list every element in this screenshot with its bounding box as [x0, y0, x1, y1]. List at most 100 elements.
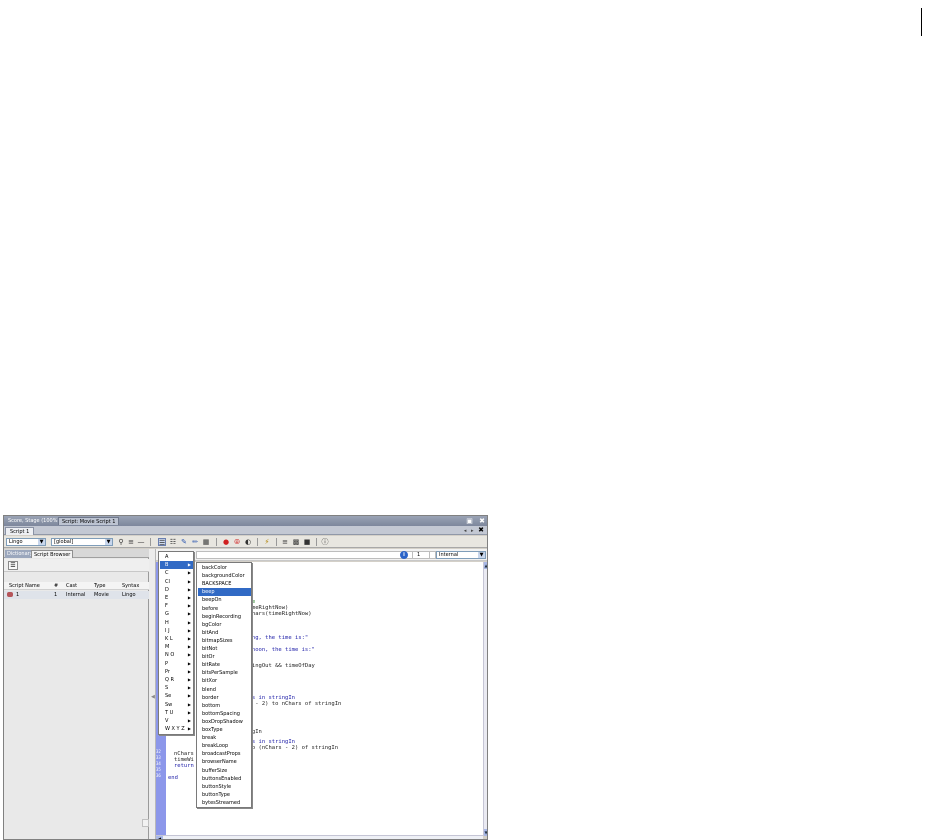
menu-item-pr[interactable]: Pr ▶ [160, 668, 193, 676]
menu-item-buffersize[interactable]: bufferSize [198, 767, 251, 775]
splitter-grip-icon[interactable]: ◀ [151, 694, 155, 700]
help-icon[interactable]: ⓘ [321, 538, 329, 546]
table-row[interactable]: 1 1 Internal Movie Lingo [4, 591, 149, 599]
uncomment-icon[interactable]: ▩ [292, 538, 300, 546]
menu-item-backgroundcolor[interactable]: backgroundColor [198, 572, 251, 580]
alphabetical-lingo-icon[interactable]: ☰ [158, 538, 166, 547]
debug-icon[interactable]: ▦ [202, 538, 210, 546]
breakpoint-icon[interactable]: ● [222, 538, 230, 546]
menu-item-buttonstyle[interactable]: buttonStyle [198, 783, 251, 791]
menu-item-beginrecording[interactable]: beginRecording [198, 613, 251, 621]
line-number: 36 [156, 773, 161, 778]
menu-item-bitmapsizes[interactable]: bitmapSizes [198, 637, 251, 645]
minus-icon[interactable]: — [137, 538, 145, 546]
menu-item-kl[interactable]: K L ▶ [160, 635, 193, 643]
menu-item-breakloop[interactable]: breakLoop [198, 742, 251, 750]
menu-item-tu[interactable]: T U ▶ [160, 709, 193, 717]
menu-item-g[interactable]: G ▶ [160, 610, 193, 618]
menu-item-break[interactable]: break [198, 734, 251, 742]
menu-item-bytesstreamed[interactable]: bytesStreamed [198, 799, 251, 807]
ignore-breakpoints-icon[interactable]: ⦾ [233, 538, 241, 546]
menu-item-c[interactable]: C ▶ [160, 569, 193, 577]
scope-select[interactable]: [global] ▼ [51, 538, 113, 546]
menu-item-label: Pr [165, 668, 170, 675]
menu-item-d[interactable]: D ▶ [160, 586, 193, 594]
menu-item-cl[interactable]: Cl ▶ [160, 578, 193, 586]
menu-item-p[interactable]: P ▶ [160, 660, 193, 668]
language-select[interactable]: Lingo ▼ [6, 538, 46, 546]
movie-script-tab[interactable]: Script: Movie Script 1 [58, 517, 120, 525]
watch-icon[interactable]: ◐ [244, 538, 252, 546]
column-syntax[interactable]: Syntax [122, 582, 139, 590]
previous-tab-icon[interactable]: ◂ [464, 528, 467, 534]
maximize-icon[interactable]: ▣ [466, 517, 473, 525]
menu-item-bitnot[interactable]: bitNot [198, 645, 251, 653]
list-view-icon[interactable]: ☰ [8, 561, 18, 570]
menu-item-b[interactable]: B ▶ [160, 561, 193, 570]
menu-item-backspace[interactable]: BACKSPACE [198, 580, 251, 588]
close-script-icon[interactable]: ✖ [478, 526, 484, 534]
vertical-scrollbar[interactable]: ▲ ▼ [483, 562, 487, 836]
menu-item-se[interactable]: Se ▶ [160, 692, 193, 700]
menu-item-blend[interactable]: blend [198, 686, 251, 694]
menu-item-bitor[interactable]: bitOr [198, 653, 251, 661]
menu-item-bitspersample[interactable]: bitsPerSample [198, 669, 251, 677]
menu-item-label: buttonType [202, 791, 230, 798]
menu-item-beep[interactable]: beep [198, 588, 251, 597]
cast-member-icon[interactable]: ■ [303, 538, 311, 546]
member-number-field[interactable]: 1 [412, 551, 430, 559]
menu-item-s[interactable]: S ▶ [160, 684, 193, 692]
menu-item-a[interactable]: A [160, 553, 193, 561]
column-cast[interactable]: Cast [66, 582, 77, 590]
menu-item-boxtype[interactable]: boxType [198, 726, 251, 734]
menu-item-f[interactable]: F ▶ [160, 602, 193, 610]
menu-item-bitand[interactable]: bitAnd [198, 629, 251, 637]
menu-item-v[interactable]: V ▶ [160, 717, 193, 725]
menu-item-h[interactable]: H ▶ [160, 619, 193, 627]
menu-item-bottom[interactable]: bottom [198, 702, 251, 710]
compare-icon[interactable]: ≡ [127, 538, 135, 546]
panel-scroll-button[interactable] [142, 819, 149, 827]
recompile-icon[interactable]: ⚡ [263, 538, 271, 546]
menu-item-border[interactable]: border [198, 694, 251, 702]
scroll-down-icon[interactable]: ▼ [484, 829, 487, 836]
panel-splitter[interactable]: ◀ [149, 549, 156, 839]
score-stage-tab[interactable]: Score, Stage (100%) [5, 517, 62, 525]
column-script-name[interactable]: Script Name [9, 582, 40, 590]
categorized-lingo-icon[interactable]: ☷ [169, 538, 177, 546]
menu-item-ij[interactable]: I J ▶ [160, 627, 193, 635]
menu-item-before[interactable]: before [198, 605, 251, 613]
menu-item-buttontype[interactable]: buttonType [198, 791, 251, 799]
menu-item-bitxor[interactable]: bitXor [198, 677, 251, 685]
next-tab-icon[interactable]: ▸ [471, 528, 474, 534]
menu-item-buttonsenabled[interactable]: buttonsEnabled [198, 775, 251, 783]
scripting-xtras-icon[interactable]: ✎ [180, 538, 188, 546]
find-icon[interactable]: ⚲ [117, 538, 125, 546]
horizontal-scrollbar[interactable]: ◀ [156, 835, 483, 839]
tab-script-browser[interactable]: Script Browser [31, 550, 74, 558]
menu-item-broadcastprops[interactable]: broadcastProps [198, 750, 251, 758]
column-type[interactable]: Type [94, 582, 105, 590]
menu-item-no[interactable]: N O ▶ [160, 651, 193, 659]
column-number[interactable]: # [54, 582, 58, 590]
menu-item-beepon[interactable]: beepOn [198, 596, 251, 604]
menu-item-browsername[interactable]: browserName [198, 758, 251, 766]
close-icon[interactable]: ✖ [479, 517, 485, 525]
menu-item-backcolor[interactable]: backColor [198, 564, 251, 572]
scroll-up-icon[interactable]: ▲ [484, 562, 487, 569]
comment-icon[interactable]: ≡ [281, 538, 289, 546]
menu-item-bitrate[interactable]: bitRate [198, 661, 251, 669]
cast-library-select[interactable]: Internal ▼ [436, 551, 486, 559]
script-1-tab[interactable]: Script 1 [5, 527, 35, 535]
info-icon[interactable]: i [400, 551, 408, 559]
menu-item-bottomspacing[interactable]: bottomSpacing [198, 710, 251, 718]
menu-item-m[interactable]: M ▶ [160, 643, 193, 651]
script-edit-icon[interactable]: ✏ [191, 538, 199, 546]
menu-item-wxyz[interactable]: W X Y Z ▶ [160, 725, 193, 733]
menu-item-boxdropshadow[interactable]: boxDropShadow [198, 718, 251, 726]
menu-item-qr[interactable]: Q R ▶ [160, 676, 193, 684]
scroll-left-icon[interactable]: ◀ [156, 836, 163, 839]
menu-item-bgcolor[interactable]: bgColor [198, 621, 251, 629]
menu-item-e[interactable]: E ▶ [160, 594, 193, 602]
menu-item-sw[interactable]: Sw ▶ [160, 701, 193, 709]
